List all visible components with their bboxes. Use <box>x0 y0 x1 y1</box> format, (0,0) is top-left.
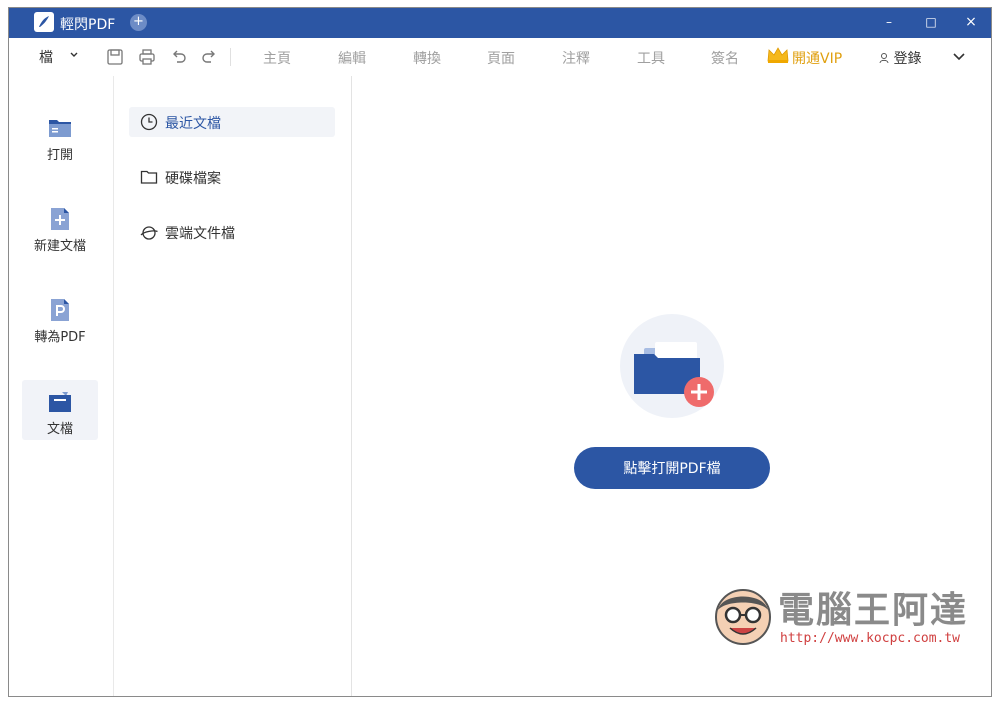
watermark: 電腦王阿達 http://www.kocpc.com.tw <box>712 581 972 661</box>
nav-item-convert-pdf[interactable]: 轉為PDF <box>22 288 98 348</box>
minimize-button[interactable]: – <box>879 15 899 29</box>
subnav-label-cloud-files: 雲端文件檔 <box>165 226 235 242</box>
app-logo-icon <box>34 12 54 32</box>
convert-pdf-icon <box>51 299 69 321</box>
mascot-face-icon <box>715 589 771 645</box>
toolbar: 檔 主頁 編輯 轉換 頁面 注釋 工具 簽名 開通VIP 登錄 <box>9 38 991 76</box>
main-content: 點擊打開PDF檔 電腦王阿達 http://www.kocpc.com.tw <box>352 76 991 696</box>
nav-item-new-document[interactable]: 新建文檔 <box>22 197 98 257</box>
menu-convert[interactable]: 轉換 <box>413 48 441 68</box>
nav-label-new-document: 新建文檔 <box>33 239 86 254</box>
menu-sign[interactable]: 簽名 <box>711 48 739 68</box>
save-icon[interactable] <box>105 47 125 67</box>
undo-icon[interactable] <box>169 47 189 67</box>
cloud-icon <box>140 226 158 240</box>
login-button[interactable]: 登錄 <box>879 48 921 68</box>
maximize-button[interactable]: □ <box>921 15 941 29</box>
sub-nav: 最近文檔 硬碟檔案 雲端文件檔 <box>113 76 352 696</box>
nav-label-convert-pdf: 轉為PDF <box>34 330 86 345</box>
subnav-label-disk-files: 硬碟檔案 <box>165 171 221 187</box>
title-bar: 輕閃PDF + – □ × <box>9 8 991 38</box>
folder-icon <box>140 170 158 184</box>
vip-button[interactable]: 開通VIP <box>766 45 842 67</box>
subnav-item-cloud-files[interactable]: 雲端文件檔 <box>129 217 335 247</box>
open-folder-icon <box>49 120 71 137</box>
vip-label: 開通VIP <box>792 51 843 67</box>
menu-annotate[interactable]: 注釋 <box>562 48 590 68</box>
close-button[interactable]: × <box>961 15 981 29</box>
menu-page[interactable]: 頁面 <box>487 48 515 68</box>
new-document-icon <box>51 208 69 230</box>
menu-tools[interactable]: 工具 <box>637 48 665 68</box>
app-title: 輕閃PDF <box>60 17 116 33</box>
subnav-label-recent: 最近文檔 <box>165 116 221 132</box>
redo-icon[interactable] <box>199 47 219 67</box>
watermark-url: http://www.kocpc.com.tw <box>780 631 961 646</box>
documents-icon <box>49 392 71 412</box>
nav-label-documents: 文檔 <box>46 422 73 437</box>
chevron-down-icon[interactable] <box>952 50 966 64</box>
crown-icon <box>767 47 789 63</box>
nav-item-open[interactable]: 打開 <box>22 106 98 166</box>
subnav-item-disk-files[interactable]: 硬碟檔案 <box>129 162 335 192</box>
nav-label-open: 打開 <box>46 148 73 163</box>
print-icon[interactable] <box>137 47 157 67</box>
open-folder-illustration <box>620 314 724 418</box>
left-nav: 打開 新建文檔 轉為PDF 文檔 <box>9 76 114 696</box>
toolbar-divider <box>230 48 231 66</box>
app-window: 輕閃PDF + – □ × 檔 主頁 編輯 轉換 頁面 注釋 工具 簽名 開通V… <box>8 7 992 697</box>
menu-edit[interactable]: 編輯 <box>338 48 366 68</box>
user-icon <box>879 53 889 64</box>
subnav-item-recent[interactable]: 最近文檔 <box>129 107 335 137</box>
watermark-title: 電腦王阿達 <box>778 590 969 631</box>
file-menu[interactable]: 檔 <box>39 47 53 67</box>
nav-item-documents[interactable]: 文檔 <box>22 380 98 440</box>
chevron-down-icon[interactable] <box>69 50 79 60</box>
add-tab-button[interactable]: + <box>130 14 147 31</box>
folder-add-icon <box>634 342 714 407</box>
login-label: 登錄 <box>893 51 922 67</box>
menu-home[interactable]: 主頁 <box>263 48 291 68</box>
clock-icon <box>140 113 158 131</box>
open-pdf-button[interactable]: 點擊打開PDF檔 <box>574 447 770 489</box>
